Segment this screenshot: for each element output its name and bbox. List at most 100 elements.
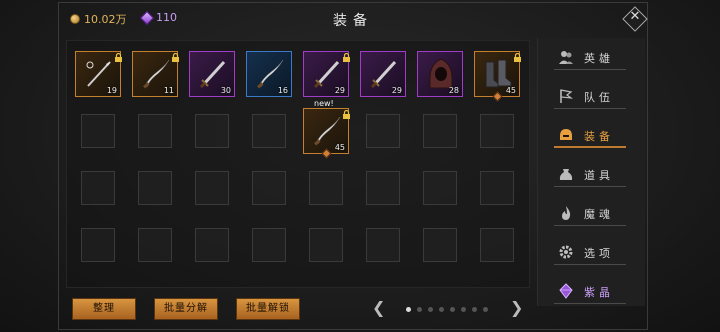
helmet-icon xyxy=(558,127,574,143)
scimitar-icon xyxy=(310,113,344,147)
empty-inventory-slot[interactable] xyxy=(480,114,514,148)
empty-inventory-slot[interactable] xyxy=(480,171,514,205)
menu-item-label: 魔魂 xyxy=(584,208,614,221)
empty-inventory-slot[interactable] xyxy=(138,228,172,262)
sword-icon xyxy=(310,56,344,90)
menu-item-flag[interactable]: 队伍 xyxy=(554,85,628,109)
lock-icon[interactable] xyxy=(114,47,123,62)
batch-decompose-button[interactable]: 批量分解 xyxy=(154,298,218,320)
lock-icon[interactable] xyxy=(342,104,351,119)
empty-inventory-slot[interactable] xyxy=(309,228,343,262)
item-level: 29 xyxy=(391,86,402,95)
lock-icon[interactable] xyxy=(342,47,351,62)
page-dot[interactable] xyxy=(450,307,455,312)
menu-item-crystal[interactable]: 紫晶 xyxy=(554,280,628,304)
empty-inventory-slot[interactable] xyxy=(138,114,172,148)
page-dot[interactable] xyxy=(439,307,444,312)
boots-icon xyxy=(481,56,515,90)
flame-icon xyxy=(558,205,574,221)
top-bar: 10.02万 110 装备 ✕ xyxy=(60,4,648,34)
prev-page-arrow-icon[interactable]: ❮ xyxy=(372,298,385,317)
socket-gem-icon xyxy=(321,148,332,159)
empty-inventory-slot[interactable] xyxy=(81,171,115,205)
batch-unlock-button[interactable]: 批量解锁 xyxy=(236,298,300,320)
equipment-slot[interactable]: 45 xyxy=(474,51,521,102)
menu-item-underline xyxy=(554,186,626,187)
empty-inventory-slot[interactable] xyxy=(252,114,286,148)
equipment-slot[interactable]: 29 xyxy=(360,51,406,97)
empty-inventory-slot[interactable] xyxy=(423,171,457,205)
menu-item-label: 英雄 xyxy=(584,52,614,65)
empty-inventory-slot[interactable] xyxy=(366,228,400,262)
menu-item-underline xyxy=(554,69,626,70)
menu-item-underline xyxy=(554,264,626,265)
menu-item-helmet[interactable]: 装备 xyxy=(554,124,628,148)
page-dot[interactable] xyxy=(406,307,411,312)
crystal-icon xyxy=(558,283,574,299)
page-dot[interactable] xyxy=(472,307,477,312)
bag-icon xyxy=(558,166,574,182)
empty-inventory-slot[interactable] xyxy=(195,228,229,262)
menu-item-label: 装备 xyxy=(584,130,614,143)
item-level: 28 xyxy=(448,86,459,95)
empty-inventory-slot[interactable] xyxy=(252,228,286,262)
scimitar-icon xyxy=(139,56,173,90)
empty-inventory-slot[interactable] xyxy=(423,114,457,148)
page-dot[interactable] xyxy=(461,307,466,312)
menu-item-heroes[interactable]: 英雄 xyxy=(554,46,628,70)
item-level: 45 xyxy=(334,143,345,152)
inventory-grid: 19 11 30 16 29 29 28 45 45 new! xyxy=(66,40,530,288)
empty-inventory-slot[interactable] xyxy=(252,171,286,205)
page-title: 装备 xyxy=(333,13,373,29)
empty-inventory-slot[interactable] xyxy=(81,114,115,148)
menu-item-underline xyxy=(554,108,626,109)
empty-inventory-slot[interactable] xyxy=(138,171,172,205)
spear-icon xyxy=(82,56,116,90)
empty-inventory-slot[interactable] xyxy=(195,114,229,148)
empty-inventory-slot[interactable] xyxy=(195,171,229,205)
next-page-arrow-icon[interactable]: ❯ xyxy=(510,298,523,317)
menu-item-underline xyxy=(554,303,626,304)
equipment-slot[interactable]: 29 xyxy=(303,51,350,97)
menu-item-flame[interactable]: 魔魂 xyxy=(554,202,628,226)
equipment-slot[interactable]: 16 xyxy=(246,51,292,97)
page-dot[interactable] xyxy=(428,307,433,312)
sword-icon xyxy=(196,56,230,90)
page-dot[interactable] xyxy=(417,307,422,312)
item-level: 29 xyxy=(334,86,345,95)
item-level: 30 xyxy=(220,86,231,95)
flag-icon xyxy=(558,88,574,104)
empty-inventory-slot[interactable] xyxy=(423,228,457,262)
empty-inventory-slot[interactable] xyxy=(480,228,514,262)
sword-icon xyxy=(367,56,401,90)
equipment-slot[interactable]: 45 new! xyxy=(303,99,350,159)
lock-icon[interactable] xyxy=(513,47,522,62)
item-level: 45 xyxy=(505,86,516,95)
menu-item-underline xyxy=(554,225,626,226)
lock-icon[interactable] xyxy=(171,47,180,62)
socket-gem-icon xyxy=(492,91,503,102)
equipment-slot[interactable]: 11 xyxy=(132,51,179,97)
scimitar-icon xyxy=(253,56,287,90)
menu-item-label: 选项 xyxy=(584,247,614,260)
empty-inventory-slot[interactable] xyxy=(81,228,115,262)
close-button[interactable]: ✕ xyxy=(622,6,648,32)
new-item-tag: new! xyxy=(314,99,334,108)
page-indicator: ❮ ❯ xyxy=(372,298,526,320)
sort-button[interactable]: 整理 xyxy=(72,298,136,320)
item-level: 16 xyxy=(277,86,288,95)
equipment-slot[interactable]: 19 xyxy=(75,51,122,97)
menu-item-underline xyxy=(554,146,626,148)
item-level: 11 xyxy=(163,86,174,95)
empty-inventory-slot[interactable] xyxy=(366,171,400,205)
close-icon: ✕ xyxy=(629,9,641,24)
equipment-slot[interactable]: 30 xyxy=(189,51,235,97)
menu-item-gear[interactable]: 选项 xyxy=(554,241,628,265)
empty-inventory-slot[interactable] xyxy=(366,114,400,148)
empty-inventory-slot[interactable] xyxy=(309,171,343,205)
item-level: 19 xyxy=(106,86,117,95)
page-dot[interactable] xyxy=(483,307,488,312)
menu-item-bag[interactable]: 道具 xyxy=(554,163,628,187)
equipment-slot[interactable]: 28 xyxy=(417,51,463,97)
menu-item-label: 道具 xyxy=(584,169,614,182)
